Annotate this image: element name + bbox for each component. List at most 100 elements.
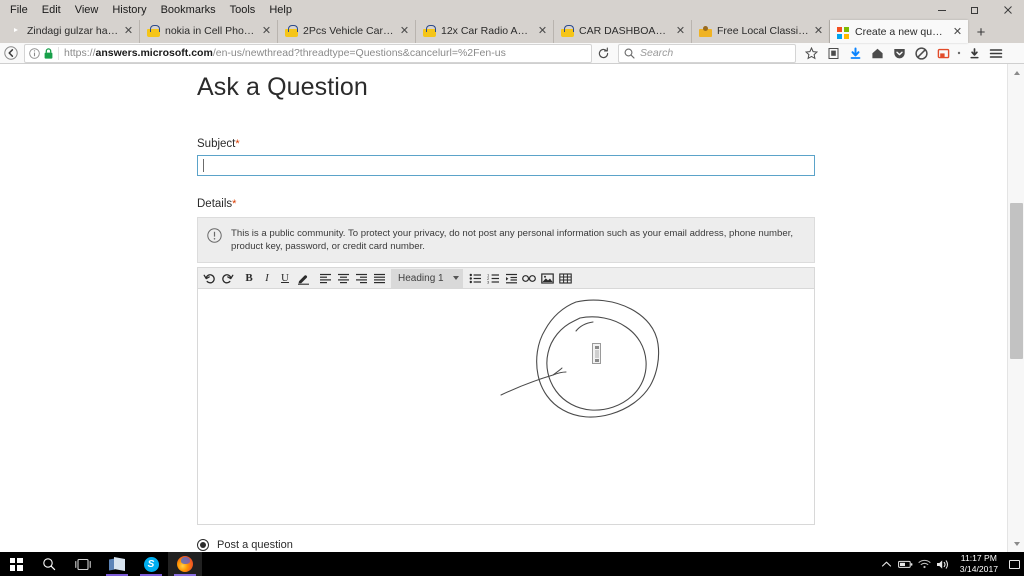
- subject-input[interactable]: [197, 155, 815, 176]
- browser-action-icons: [800, 43, 1007, 64]
- page-scrollbar[interactable]: [1007, 64, 1024, 552]
- tab-close-icon[interactable]: ✕: [812, 25, 825, 38]
- padlock-icon: [44, 47, 53, 59]
- menu-help[interactable]: Help: [263, 2, 298, 19]
- svg-text:3: 3: [487, 279, 490, 283]
- tab-title: Create a new question or ...: [855, 26, 948, 38]
- info-circle-icon: [207, 228, 222, 243]
- search-input[interactable]: Search: [640, 47, 673, 59]
- windows-start-icon[interactable]: [0, 552, 32, 576]
- heading-style-dropdown[interactable]: Heading 1: [391, 268, 463, 288]
- browser-tab-youtube[interactable]: Zindagi gulzar hai Last Ep... ✕: [2, 20, 140, 43]
- menu-bookmarks[interactable]: Bookmarks: [155, 2, 222, 19]
- url-domain: answers.microsoft.com: [95, 47, 213, 59]
- redo-button[interactable]: [218, 269, 236, 288]
- pocket-icon[interactable]: [888, 43, 910, 64]
- insert-table-button[interactable]: [556, 269, 574, 288]
- screenshot-icon[interactable]: [932, 43, 954, 64]
- menu-history[interactable]: History: [106, 2, 152, 19]
- menu-tools[interactable]: Tools: [224, 2, 262, 19]
- numbered-list-button[interactable]: 123: [484, 269, 502, 288]
- insert-image-button[interactable]: [538, 269, 556, 288]
- undo-button[interactable]: [200, 269, 218, 288]
- tab-close-icon[interactable]: ✕: [674, 25, 687, 38]
- page-content: Ask a Question Subject* Details* This is…: [0, 64, 1007, 552]
- privacy-notice: This is a public community. To protect y…: [197, 217, 815, 263]
- adblock-icon[interactable]: [910, 43, 932, 64]
- url-scheme: https://: [64, 47, 96, 59]
- tab-close-icon[interactable]: ✕: [536, 25, 549, 38]
- volume-icon[interactable]: [934, 552, 953, 576]
- tab-close-icon[interactable]: ✕: [260, 25, 273, 38]
- bookmark-star-icon[interactable]: [800, 43, 822, 64]
- url-bar[interactable]: https://answers.microsoft.com/en-us/newt…: [24, 43, 592, 63]
- justify-button[interactable]: [370, 269, 388, 288]
- align-center-button[interactable]: [334, 269, 352, 288]
- browser-tab-new-question[interactable]: Create a new question or ... ✕: [830, 20, 968, 43]
- menu-edit[interactable]: Edit: [36, 2, 67, 19]
- ebay-icon: [285, 25, 298, 38]
- home-icon[interactable]: [866, 43, 888, 64]
- url-path: /en-us/newthread?threadtype=Questions&ca…: [212, 47, 506, 59]
- editor-body[interactable]: [198, 289, 814, 524]
- tab-title: 2Pcs Vehicle Car Stereo R...: [303, 25, 395, 37]
- bullet-list-button[interactable]: [466, 269, 484, 288]
- details-label: Details*: [197, 198, 1007, 210]
- search-bar[interactable]: Search: [618, 43, 796, 63]
- tab-close-icon[interactable]: ✕: [122, 25, 135, 38]
- back-arrow-icon[interactable]: [0, 43, 22, 64]
- menu-file[interactable]: File: [4, 2, 34, 19]
- tab-bar: Zindagi gulzar hai Last Ep... ✕ nokia in…: [0, 20, 1024, 43]
- subject-label-text: Subject: [197, 138, 236, 150]
- scrollbar-thumb[interactable]: [1010, 203, 1023, 359]
- battery-icon[interactable]: [896, 552, 915, 576]
- minimize-button[interactable]: [925, 0, 958, 20]
- menu-hamburger-icon[interactable]: [985, 43, 1007, 64]
- taskbar-skype[interactable]: S: [134, 552, 168, 576]
- bold-button[interactable]: B: [240, 269, 258, 288]
- task-view-icon[interactable]: [66, 552, 100, 576]
- taskbar-clock[interactable]: 11:17 PM 3/14/2017: [953, 552, 1005, 576]
- highlighter-button[interactable]: [294, 269, 312, 288]
- post-a-question-radio[interactable]: [197, 539, 209, 551]
- close-button[interactable]: [991, 0, 1024, 20]
- clock-time: 11:17 PM: [960, 553, 997, 563]
- tab-close-icon[interactable]: ✕: [951, 26, 964, 39]
- align-right-button[interactable]: [352, 269, 370, 288]
- browser-tab-car-dashboard[interactable]: CAR DASHBOARD STERE... ✕: [554, 20, 692, 43]
- post-option-row[interactable]: Post a question: [197, 539, 1007, 552]
- classifieds-icon: [699, 25, 712, 38]
- clock-date: 3/14/2017: [959, 564, 998, 574]
- downloads-icon[interactable]: [844, 43, 866, 64]
- tab-close-icon[interactable]: ✕: [398, 25, 411, 38]
- system-tray: 11:17 PM 3/14/2017: [877, 552, 1024, 576]
- menu-view[interactable]: View: [69, 2, 105, 19]
- align-left-button[interactable]: [316, 269, 334, 288]
- tab-title: Free Local Classifieds Ads ...: [717, 25, 809, 37]
- wifi-icon[interactable]: [915, 552, 934, 576]
- scroll-down-icon[interactable]: [1008, 535, 1024, 552]
- reload-icon[interactable]: [592, 43, 614, 64]
- taskbar-search-icon[interactable]: [32, 552, 66, 576]
- taskbar-firefox[interactable]: [168, 552, 202, 576]
- editor-toolbar: B I U Heading 1 1 2 3: [198, 268, 814, 289]
- restore-button[interactable]: [958, 0, 991, 20]
- save-to-icon[interactable]: [963, 43, 985, 64]
- browser-tab-car-radio[interactable]: 12x Car Radio Audio Stere... ✕: [416, 20, 554, 43]
- browser-tab-car-stereo[interactable]: 2Pcs Vehicle Car Stereo R... ✕: [278, 20, 416, 43]
- taskbar-file-explorer[interactable]: [100, 552, 134, 576]
- underline-button[interactable]: U: [276, 269, 294, 288]
- site-identity[interactable]: [29, 46, 59, 60]
- browser-tab-classifieds[interactable]: Free Local Classifieds Ads ... ✕: [692, 20, 830, 43]
- ebay-icon: [147, 25, 160, 38]
- tab-title: CAR DASHBOARD STERE...: [579, 25, 671, 37]
- scroll-up-icon[interactable]: [1008, 64, 1024, 81]
- new-tab-button[interactable]: +: [968, 21, 994, 43]
- italic-button[interactable]: I: [258, 269, 276, 288]
- indent-button[interactable]: [502, 269, 520, 288]
- browser-tab-nokia[interactable]: nokia in Cell Phones and S... ✕: [140, 20, 278, 43]
- action-center-icon[interactable]: [1005, 552, 1024, 576]
- insert-link-button[interactable]: [520, 269, 538, 288]
- library-icon[interactable]: [822, 43, 844, 64]
- show-hidden-icons[interactable]: [877, 552, 896, 576]
